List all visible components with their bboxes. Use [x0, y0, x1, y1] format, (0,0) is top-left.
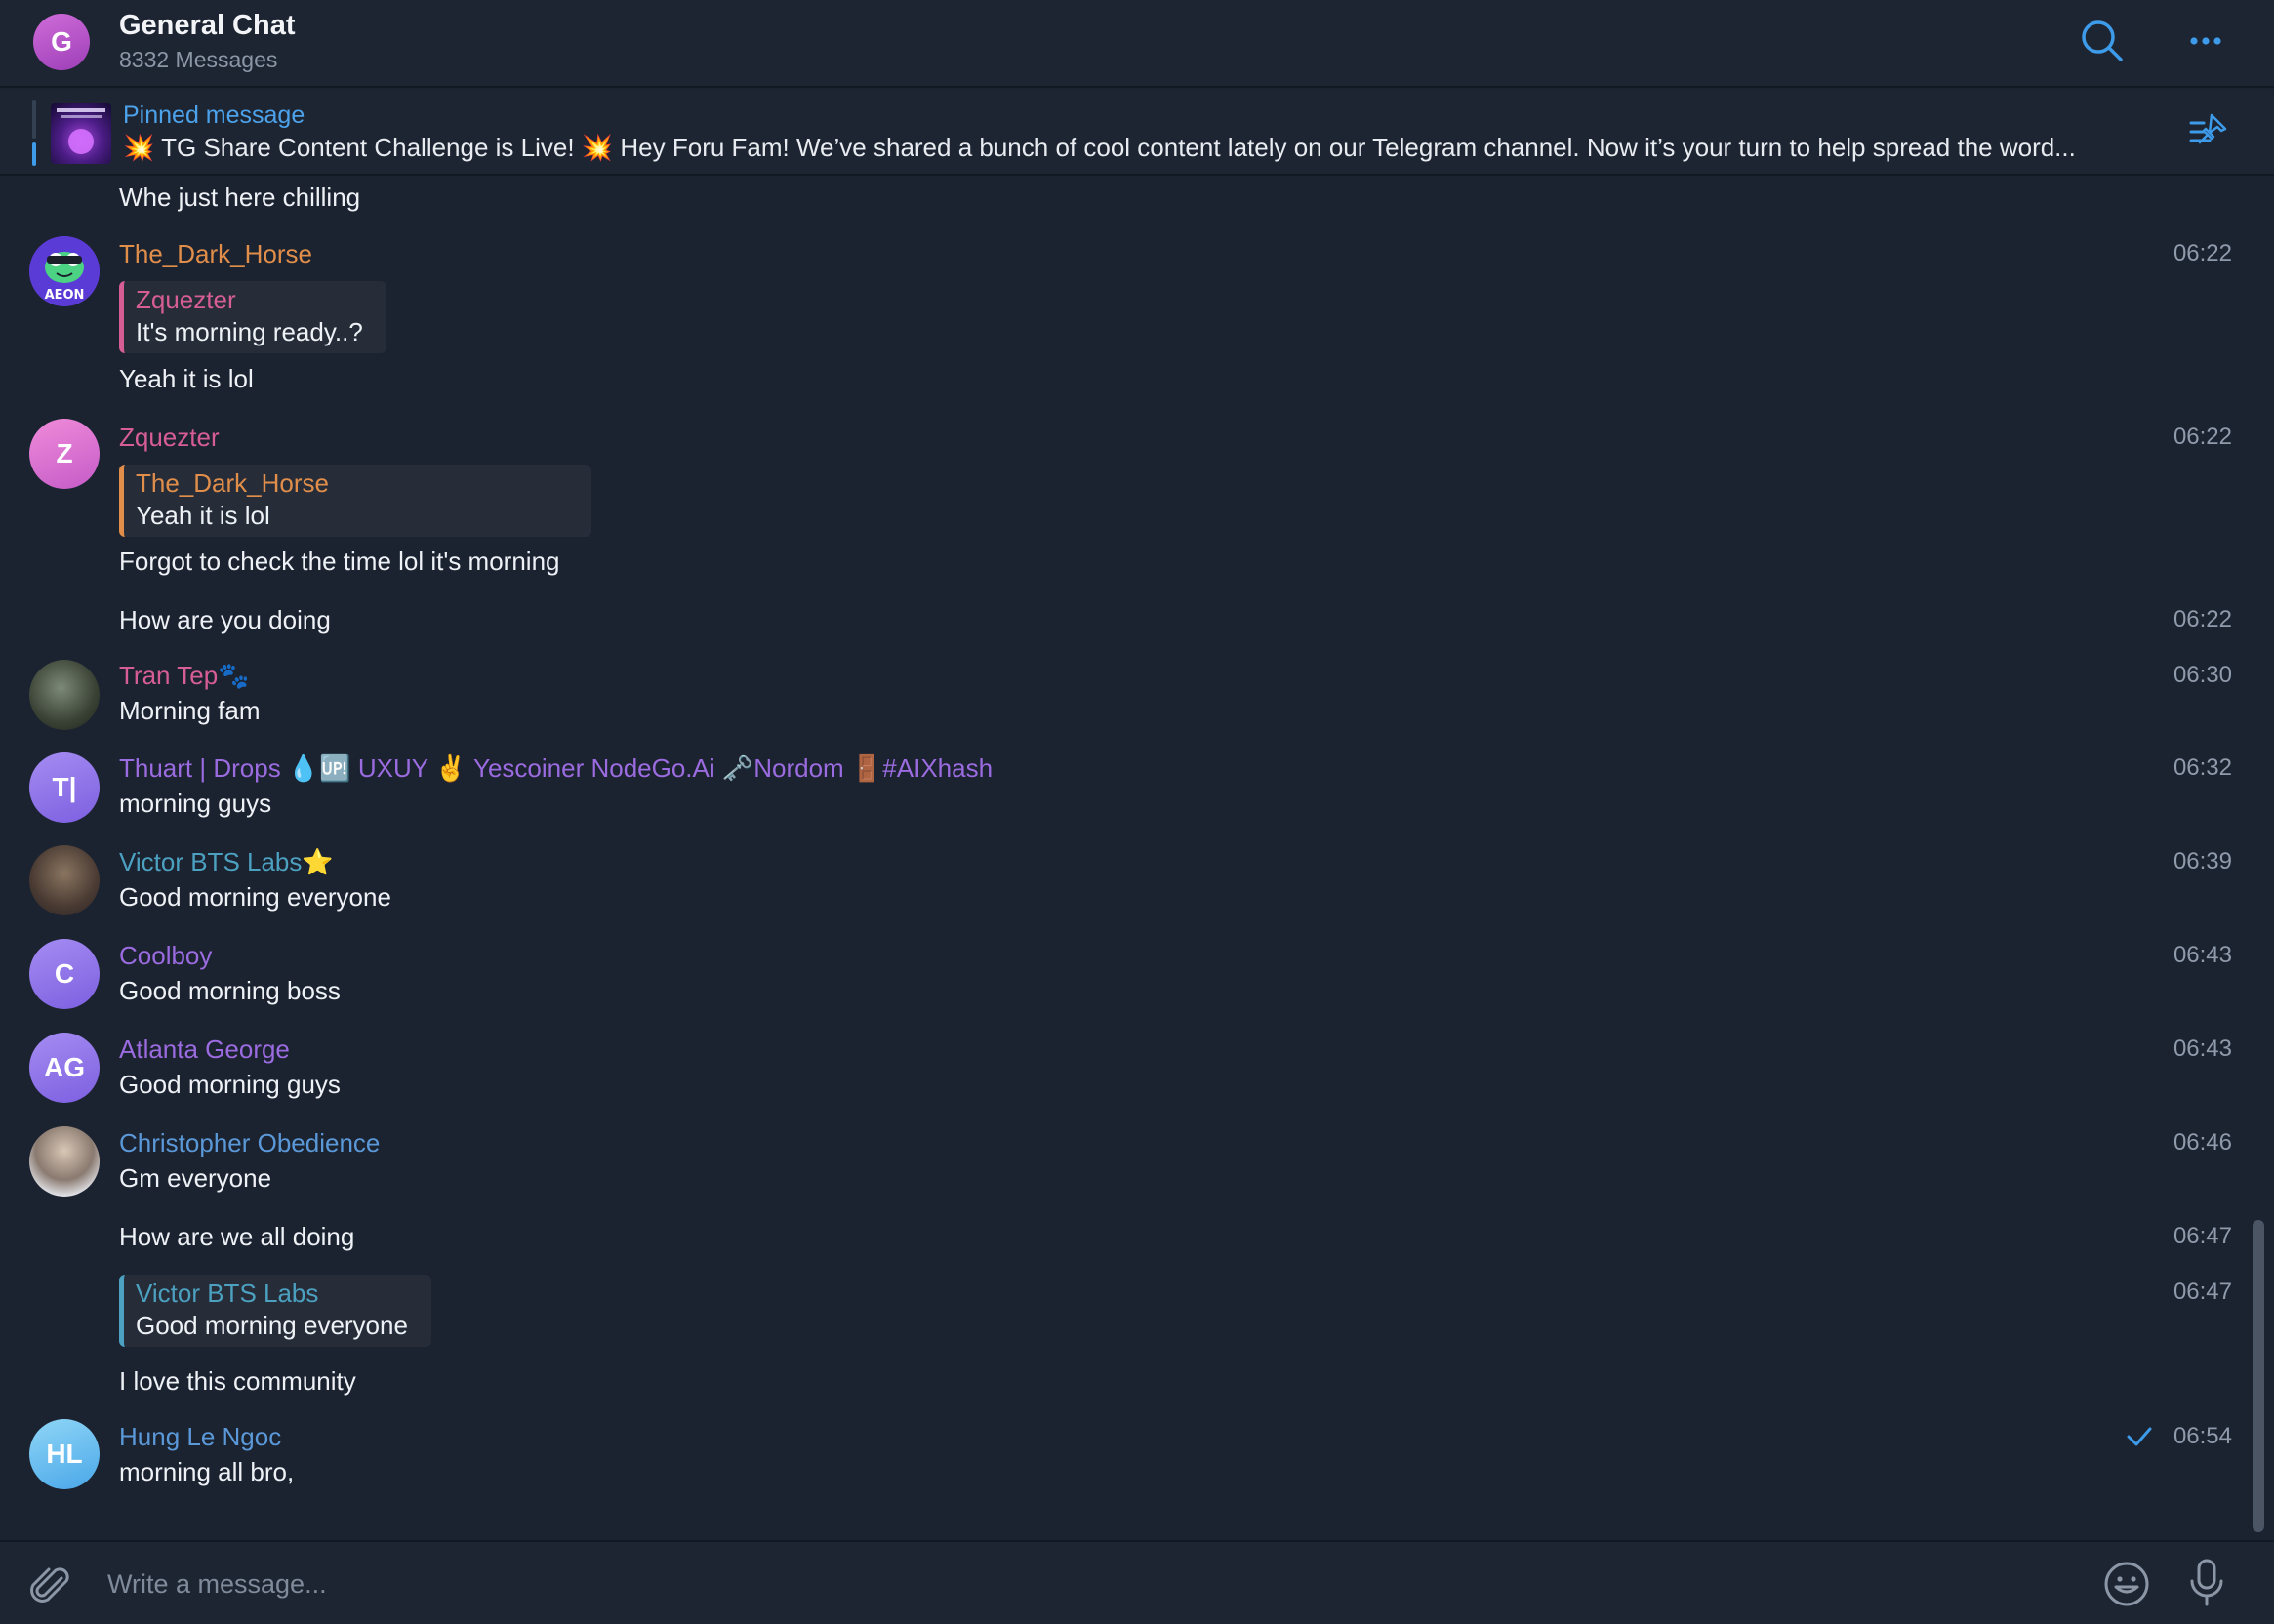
message-time: 06:43	[2172, 942, 2232, 968]
chat-header: G General Chat 8332 Messages	[0, 0, 2274, 88]
message-time: 06:47	[2172, 1279, 2232, 1305]
message-time: 06:30	[2172, 662, 2232, 688]
message-text: morning guys	[119, 789, 272, 818]
avatar[interactable]	[29, 660, 100, 730]
pinned-message-bar[interactable]: Pinned message 💥 TG Share Content Challe…	[0, 90, 2274, 176]
sender-name[interactable]: Hung Le Ngoc	[119, 1422, 281, 1452]
message-text: Morning fam	[119, 696, 261, 725]
pinned-thumbnail	[51, 103, 111, 164]
message-text: morning all bro,	[119, 1457, 295, 1486]
message-text: Yeah it is lol	[119, 364, 254, 393]
avatar[interactable]: HL	[29, 1419, 100, 1489]
emoji-icon[interactable]	[2102, 1560, 2151, 1608]
message-text: Forgot to check the time lol it's mornin…	[119, 547, 560, 576]
star-icon: ⭐	[302, 847, 334, 876]
pinned-label: Pinned message	[123, 102, 305, 129]
message-input[interactable]	[107, 1560, 2059, 1608]
message-time: 06:43	[2172, 1035, 2232, 1062]
message-text: Gm everyone	[119, 1163, 272, 1193]
message-text: Whe just here chilling	[119, 183, 361, 212]
message-text: Good morning guys	[119, 1070, 341, 1099]
message-time: 06:47	[2172, 1223, 2232, 1249]
chat-avatar[interactable]: G	[33, 14, 90, 70]
message-text: I love this community	[119, 1366, 356, 1396]
sender-name[interactable]: Tran Tep🐾	[119, 661, 250, 691]
sender-name[interactable]: Coolboy	[119, 941, 212, 971]
sender-name[interactable]: Zquezter	[119, 423, 220, 453]
avatar[interactable]: AG	[29, 1033, 100, 1103]
paperclip-icon[interactable]	[27, 1562, 72, 1606]
avatar[interactable]: AEON	[29, 236, 100, 306]
sender-name[interactable]: Atlanta George	[119, 1035, 290, 1065]
avatar[interactable]: T|	[29, 752, 100, 823]
reply-text: It's morning ready..?	[136, 317, 363, 346]
reply-sender: The_Dark_Horse	[136, 468, 329, 498]
sender-name[interactable]: Victor BTS Labs⭐	[119, 847, 334, 877]
avatar[interactable]	[29, 845, 100, 915]
avatar[interactable]	[29, 1126, 100, 1197]
more-icon[interactable]	[2182, 18, 2229, 64]
message-time: 06:22	[2172, 606, 2232, 632]
reply-sender: Zquezter	[136, 285, 236, 314]
reply-sender: Victor BTS Labs	[136, 1279, 319, 1308]
message-text: How are you doing	[119, 605, 331, 634]
pinned-indicator	[32, 100, 36, 166]
message-text: Good morning boss	[119, 976, 341, 1005]
message-time: 06:46	[2172, 1129, 2232, 1156]
message-time: 06:39	[2172, 848, 2232, 874]
sender-name[interactable]: The_Dark_Horse	[119, 239, 312, 269]
reply-text: Good morning everyone	[136, 1311, 408, 1340]
message-text: How are we all doing	[119, 1222, 355, 1251]
sender-name[interactable]: Christopher Obedience	[119, 1128, 380, 1158]
reply-quote[interactable]: Victor BTS Labs Good morning everyone	[119, 1275, 431, 1347]
frog-avatar-icon: AEON	[29, 236, 100, 306]
message-time: 06:54	[2172, 1423, 2232, 1449]
message-time: 06:22	[2172, 424, 2232, 450]
message-time: 06:22	[2172, 240, 2232, 266]
svg-text:AEON: AEON	[45, 288, 85, 303]
sender-name[interactable]: Thuart | Drops 💧🆙 UXUY ✌️ Yescoiner Node…	[119, 753, 993, 784]
reply-quote[interactable]: The_Dark_Horse Yeah it is lol	[119, 465, 591, 537]
avatar[interactable]: Z	[29, 419, 100, 489]
reply-quote[interactable]: Zquezter It's morning ready..?	[119, 281, 386, 353]
pinned-text: 💥 TG Share Content Challenge is Live! 💥 …	[123, 133, 2076, 162]
message-count: 8332 Messages	[119, 47, 278, 72]
message-time: 06:32	[2172, 754, 2232, 781]
scrollbar-thumb[interactable]	[2253, 1220, 2264, 1532]
search-icon[interactable]	[2079, 18, 2126, 64]
microphone-icon[interactable]	[2182, 1558, 2231, 1608]
pin-list-icon[interactable]	[2188, 111, 2231, 154]
message-text: Good morning everyone	[119, 882, 391, 912]
avatar[interactable]: C	[29, 939, 100, 1009]
chat-title[interactable]: General Chat	[119, 10, 296, 42]
message-composer	[0, 1540, 2274, 1624]
paw-icon: 🐾	[218, 661, 250, 690]
reply-text: Yeah it is lol	[136, 501, 270, 530]
